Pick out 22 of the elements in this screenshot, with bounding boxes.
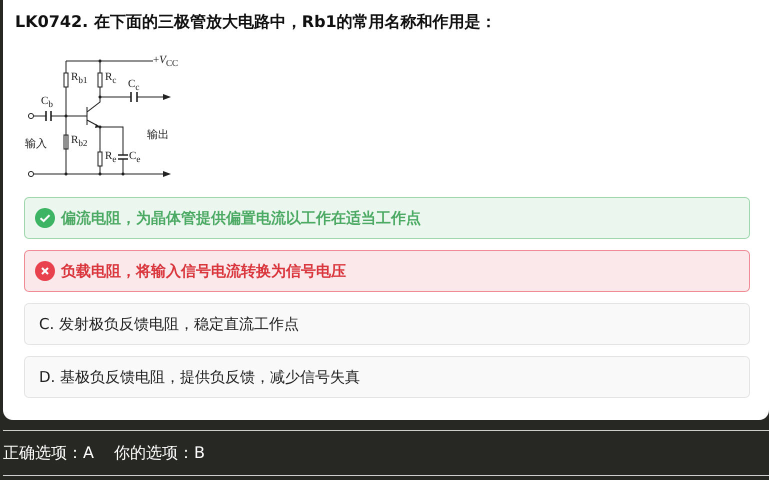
your-answer: 你的选项：B (114, 442, 205, 464)
option-text: C. 发射极负反馈电阻，稳定直流工作点 (39, 314, 300, 334)
answer-option[interactable]: D. 基极负反馈电阻，提供负反馈，减少信号失真 (24, 356, 750, 398)
diagram-label: R$_{e}$ (105, 151, 116, 164)
answer-option[interactable]: 负载电阻，将输入信号电流转换为信号电压 (24, 250, 750, 292)
diagram-label: C$_{b}$ (41, 96, 53, 110)
close-icon (35, 261, 55, 281)
answer-option[interactable]: C. 发射极负反馈电阻，稳定直流工作点 (24, 303, 750, 345)
diagram-label: R$_{c}$ (105, 72, 116, 86)
diagram-label: R$_{b1}$ (71, 72, 88, 86)
diagram-label: 输出 (147, 130, 169, 141)
option-text: 偏流电阻，为晶体管提供偏置电流以工作在适当工作点 (61, 208, 421, 228)
correct-answer: 正确选项：A (3, 442, 94, 464)
option-text: D. 基极负反馈电阻，提供负反馈，减少信号失真 (39, 368, 360, 386)
option-text: 负载电阻，将输入信号电流转换为信号电压 (61, 262, 346, 280)
check-icon (35, 208, 55, 228)
diagram-label: C$_{c}$ (128, 79, 140, 92)
question-title: LK0742. 在下面的三极管放大电路中，Rb1的常用名称和作用是： (15, 12, 498, 33)
diagram-label: +V$_{CC}$ (153, 55, 178, 68)
diagram-label: 输入 (25, 139, 47, 150)
diagram-label: R$_{b2}$ (71, 135, 88, 148)
diagram-label: C$_{e}$ (129, 151, 140, 164)
